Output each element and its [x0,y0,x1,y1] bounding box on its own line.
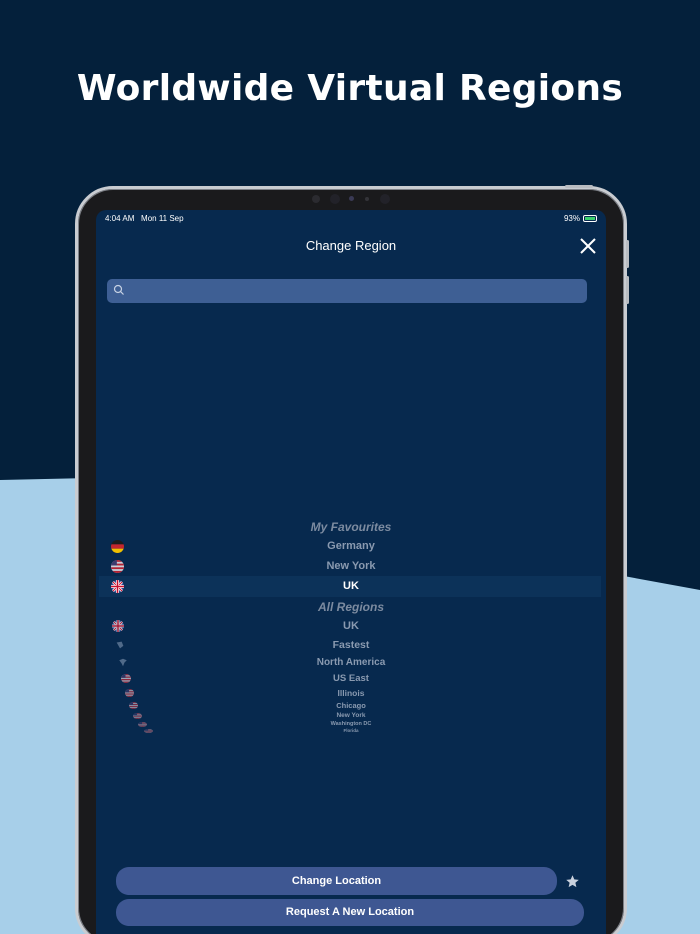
search-bar[interactable] [107,279,587,303]
status-time: 4:04 AM Mon 11 Sep [105,214,184,223]
section-heading-favourites: My Favourites [310,520,392,534]
region-row-us-east[interactable]: US East [96,673,606,684]
region-row-new-york-favourite[interactable]: New York [96,560,606,572]
region-row-uk-selected[interactable]: UK [96,580,606,592]
promo-headline: Worldwide Virtual Regions [76,68,624,109]
battery-icon [583,215,597,222]
region-row-illinois[interactable]: Illinois [96,688,606,698]
battery-percent: 93% [563,214,580,223]
volume-button-2 [626,276,629,304]
camera-bar [310,192,395,206]
change-location-button[interactable]: Change Location [116,867,557,895]
search-icon [113,284,124,295]
region-row-germany[interactable]: Germany [96,540,606,552]
star-icon[interactable] [565,874,580,889]
region-row-fastest[interactable]: Fastest [96,639,606,651]
region-row-chicago[interactable]: Chicago [96,701,606,710]
app-screen: 4:04 AM Mon 11 Sep 93% Change Region My … [96,210,606,934]
request-location-button[interactable]: Request A New Location [116,899,584,926]
region-row-north-america[interactable]: North America [96,657,606,668]
close-icon [580,238,596,254]
region-row-uk[interactable]: UK [96,620,606,632]
region-picker[interactable]: My Favourites Germany New York UK All Re… [96,516,606,746]
region-row-washington-dc[interactable]: Washington DC [96,721,606,727]
modal-title: Change Region [305,238,397,253]
status-bar: 4:04 AM Mon 11 Sep 93% [96,214,606,228]
region-row-new-york[interactable]: New York [96,712,606,719]
section-heading-all-regions: All Regions [317,600,384,614]
power-button [565,185,593,188]
search-input[interactable] [129,282,579,300]
close-button[interactable] [578,236,598,256]
region-row-florida[interactable]: Florida [96,728,606,733]
volume-button [626,240,629,268]
